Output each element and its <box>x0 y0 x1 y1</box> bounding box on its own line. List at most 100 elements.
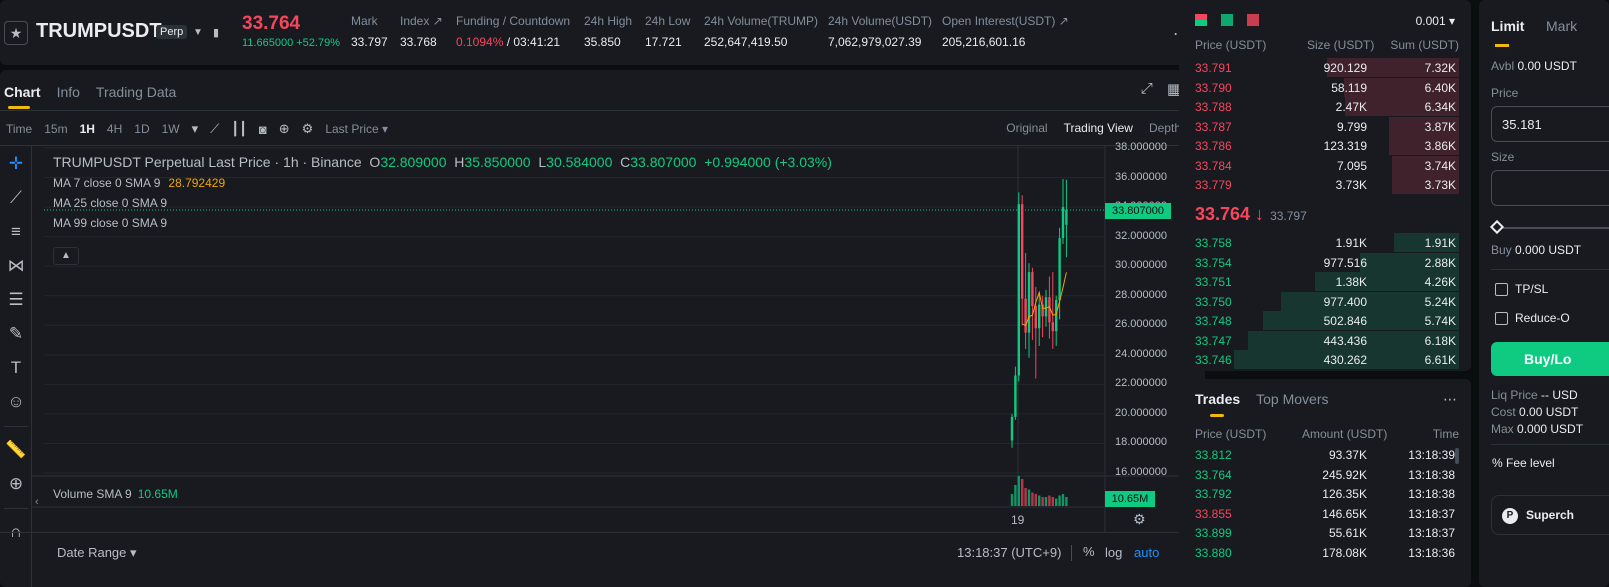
settings-gear-icon[interactable]: ⚙ <box>302 121 314 137</box>
tab-trades[interactable]: Trades <box>1195 391 1240 407</box>
ask-row[interactable]: 33.779 3.73K 3.73K <box>1179 175 1471 194</box>
horizontal-lines-icon[interactable]: ≡ <box>0 222 32 242</box>
bid-row[interactable]: 33.758 1.91K 1.91K <box>1179 233 1471 252</box>
supercharger-card[interactable]: P Superch <box>1491 495 1609 535</box>
bid-price: 33.748 <box>1195 314 1232 328</box>
legend-ma25[interactable]: MA 25 close 0 SMA 9 <box>53 196 832 210</box>
bid-row[interactable]: 33.746 430.262 6.61K <box>1179 350 1471 369</box>
view-asks-icon[interactable] <box>1247 14 1259 26</box>
tab-market[interactable]: Mark <box>1546 18 1577 34</box>
size-slider-handle[interactable] <box>1489 219 1505 235</box>
view-both-icon[interactable] <box>1195 14 1207 26</box>
interval-15m[interactable]: 15m <box>44 122 67 136</box>
trade-amount: 178.08K <box>1322 545 1367 560</box>
ask-sum: 3.74K <box>1424 158 1456 173</box>
interval-dropdown-icon[interactable]: ▾ <box>192 121 199 137</box>
chart-clock[interactable]: 13:18:37 (UTC+9) <box>957 545 1061 560</box>
bid-row[interactable]: 33.747 443.436 6.18K <box>1179 330 1471 350</box>
funding-rate: 0.1094% <box>456 35 504 49</box>
candle-type-icon[interactable]: ┃┃ <box>231 121 247 137</box>
volume-value: 10.65M <box>137 487 178 501</box>
trade-row[interactable]: 33.899 55.61K 13:18:37 <box>1179 523 1471 542</box>
ask-row[interactable]: 33.790 58.119 6.40K <box>1179 77 1471 97</box>
stat-label: 24h High <box>584 14 633 28</box>
bid-row[interactable]: 33.750 977.400 5.24K <box>1179 291 1471 311</box>
size-slider-track[interactable] <box>1494 227 1609 229</box>
tab-trading-data[interactable]: Trading Data <box>96 84 176 100</box>
ask-row[interactable]: 33.786 123.319 3.86K <box>1179 136 1471 155</box>
legend-ma99[interactable]: MA 99 close 0 SMA 9 <box>53 216 832 230</box>
tab-chart[interactable]: Chart <box>4 84 41 100</box>
interval-time[interactable]: Time <box>6 122 32 136</box>
screenshot-icon[interactable]: ◙ <box>259 122 267 137</box>
interval-1d[interactable]: 1D <box>134 122 149 136</box>
collapse-toolbar-icon[interactable]: ‹ <box>35 496 39 508</box>
volume-legend[interactable]: Volume SMA 9 10.65M <box>53 487 178 501</box>
auto-scale-toggle[interactable]: auto <box>1134 545 1159 560</box>
emoji-icon[interactable]: ☺ <box>0 392 32 412</box>
price-source-dropdown[interactable]: Last Price ▾ <box>325 122 388 136</box>
interval-1w[interactable]: 1W <box>162 122 180 136</box>
add-icon[interactable]: ⊕ <box>279 121 290 137</box>
ask-row[interactable]: 33.787 9.799 3.87K <box>1179 116 1471 136</box>
zoom-icon[interactable]: ⊕ <box>0 474 32 494</box>
trade-row[interactable]: 33.812 93.37K 13:18:39 <box>1179 445 1471 464</box>
interval-1h[interactable]: 1H <box>80 122 95 136</box>
trade-price: 33.764 <box>1195 467 1232 482</box>
bid-row[interactable]: 33.754 977.516 2.88K <box>1179 252 1471 272</box>
crosshair-icon[interactable]: ✛ <box>0 154 32 174</box>
brush-icon[interactable]: ✎ <box>0 324 32 344</box>
ask-row[interactable]: 33.791 920.129 7.32K <box>1179 58 1471 77</box>
pattern-icon[interactable]: ⋈ <box>0 256 32 276</box>
stat-index[interactable]: Index ↗ 33.768 <box>400 14 443 49</box>
legend-collapse-button[interactable]: ▲ <box>53 247 79 265</box>
bid-row[interactable]: 33.748 502.846 5.74K <box>1179 311 1471 330</box>
symbol-name[interactable]: TRUMPUSDT <box>36 20 162 43</box>
trendline-icon[interactable]: ⟋ <box>0 188 32 208</box>
ruler-icon[interactable]: 📏 <box>0 440 32 460</box>
stat-open-interest[interactable]: Open Interest(USDT) ↗ 205,216,601.16 <box>942 14 1069 49</box>
trade-row[interactable]: 33.764 245.92K 13:18:38 <box>1179 465 1471 484</box>
axis-settings-gear-icon[interactable]: ⚙ <box>1133 511 1146 528</box>
ask-sum: 3.73K <box>1424 178 1456 192</box>
price-input[interactable]: 35.181 <box>1491 106 1609 142</box>
view-depth[interactable]: Depth <box>1149 121 1181 135</box>
tab-top-movers[interactable]: Top Movers <box>1256 391 1328 407</box>
trade-row[interactable]: 33.880 178.08K 13:18:36 <box>1179 543 1471 562</box>
reduce-only-checkbox[interactable] <box>1495 312 1508 325</box>
log-scale-toggle[interactable]: log <box>1105 545 1122 560</box>
buy-long-button[interactable]: Buy/Lo <box>1491 342 1609 376</box>
tab-limit[interactable]: Limit <box>1491 18 1524 34</box>
ask-row[interactable]: 33.784 7.095 3.74K <box>1179 155 1471 175</box>
indicators-icon[interactable]: ⟋ <box>210 121 219 137</box>
expand-icon[interactable]: ⤢ <box>1141 80 1153 98</box>
bid-row[interactable]: 33.751 1.38K 4.26K <box>1179 272 1471 291</box>
more-icon[interactable]: ⋯ <box>1443 391 1457 408</box>
favorite-star-icon[interactable]: ★ <box>4 21 28 45</box>
view-trading-view[interactable]: Trading View <box>1064 121 1133 135</box>
interval-4h[interactable]: 4H <box>107 122 122 136</box>
fib-icon[interactable]: ☰ <box>0 290 32 310</box>
view-bids-icon[interactable] <box>1221 14 1233 26</box>
ask-row[interactable]: 33.788 2.47K 6.34K <box>1179 97 1471 116</box>
size-input[interactable] <box>1491 170 1609 206</box>
legend-high: 35.850000 <box>464 154 531 170</box>
tab-info[interactable]: Info <box>57 84 80 100</box>
trade-row[interactable]: 33.792 126.35K 13:18:38 <box>1179 484 1471 503</box>
percent-scale-toggle[interactable]: % <box>1083 544 1095 559</box>
trade-row[interactable]: 33.855 146.65K 13:18:37 <box>1179 504 1471 523</box>
fee-level-link[interactable]: % Fee level <box>1492 456 1555 470</box>
date-range-dropdown[interactable]: Date Range ▾ <box>57 545 137 561</box>
view-original[interactable]: Original <box>1006 121 1047 135</box>
text-tool-icon[interactable]: T <box>0 358 32 378</box>
bid-price: 33.758 <box>1195 236 1232 250</box>
price-chart[interactable] <box>0 70 1205 587</box>
precision-dropdown[interactable]: 0.001 ▾ <box>1416 14 1455 28</box>
symbol-dropdown-icon[interactable]: ▼ <box>193 27 203 38</box>
contract-info-icon[interactable]: ▮ <box>213 26 219 39</box>
tpsl-checkbox[interactable] <box>1495 283 1508 296</box>
legend-change: +0.994000 (+3.03%) <box>704 154 832 170</box>
legend-close-label: C <box>620 154 631 170</box>
legend-ma7[interactable]: MA 7 close 0 SMA 9 28.792429 <box>53 176 832 190</box>
chart-toolbar: Time 15m 1H 4H 1D 1W ▾ ⟋ ┃┃ ◙ ⊕ ⚙ Last P… <box>0 110 1205 146</box>
